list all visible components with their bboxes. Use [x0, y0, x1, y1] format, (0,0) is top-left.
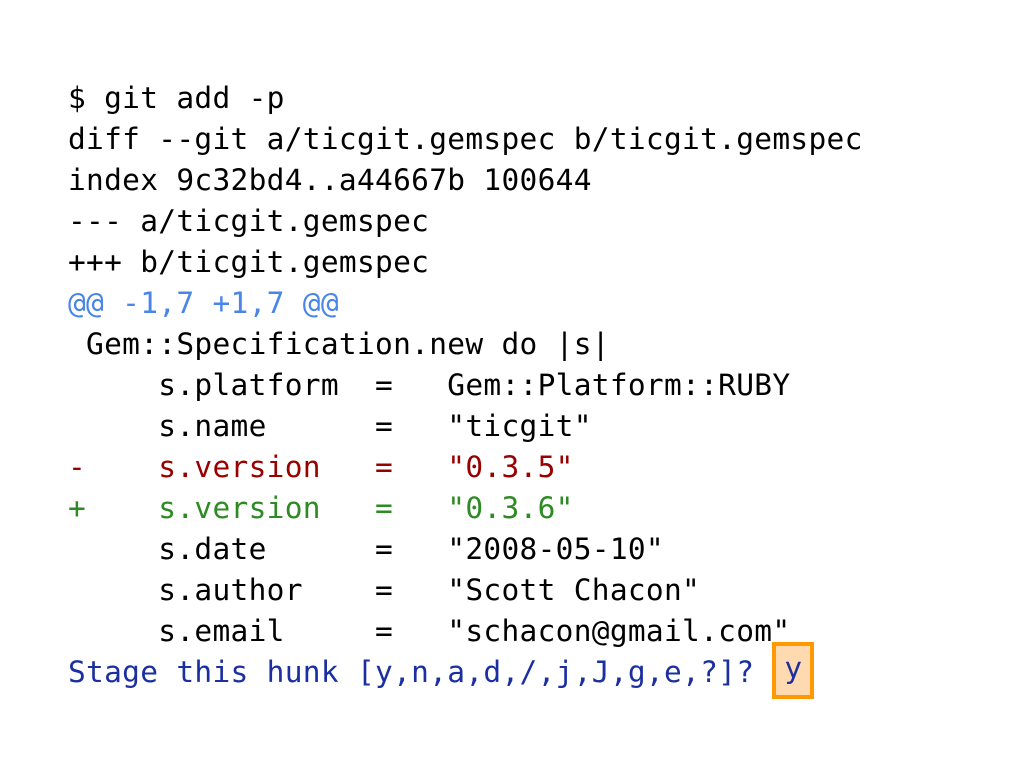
diff-context-line: Gem::Specification.new do |s| — [68, 327, 610, 361]
diff-context-line: s.author = "Scott Chacon" — [68, 573, 701, 607]
diff-added-line: + s.version = "0.3.6" — [68, 491, 574, 525]
diff-context-line: s.name = "ticgit" — [68, 409, 592, 443]
diff-removed-line: - s.version = "0.3.5" — [68, 450, 574, 484]
hunk-header-line: @@ -1,7 +1,7 @@ — [68, 286, 339, 320]
stage-hunk-prompt-text: Stage this hunk [y,n,a,d,/,j,J,g,e,?]? — [68, 655, 755, 689]
terminal-output: $ git add -p diff --git a/ticgit.gemspec… — [68, 78, 998, 699]
diff-context-line: s.email = "schacon@gmail.com" — [68, 614, 791, 648]
prompt-answer-input[interactable]: y — [772, 642, 815, 699]
diff-context-line: s.date = "2008-05-10" — [68, 532, 664, 566]
diff-header-line: diff --git a/ticgit.gemspec b/ticgit.gem… — [68, 122, 863, 156]
diff-context-line: s.platform = Gem::Platform::RUBY — [68, 368, 791, 402]
old-file-line: --- a/ticgit.gemspec — [68, 204, 430, 238]
command-line: $ git add -p — [68, 81, 285, 115]
index-line: index 9c32bd4..a44667b 100644 — [68, 163, 592, 197]
new-file-line: +++ b/ticgit.gemspec — [68, 245, 430, 279]
stage-hunk-prompt: Stage this hunk [y,n,a,d,/,j,J,g,e,?]? y — [68, 642, 998, 699]
